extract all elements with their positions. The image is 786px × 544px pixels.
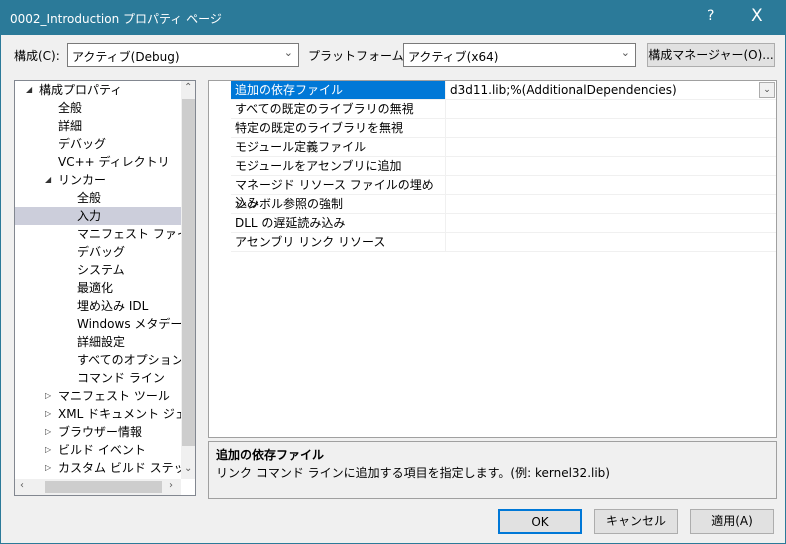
tree-item-label: 最適化 (77, 281, 114, 295)
property-name: マネージド リソース ファイルの埋め込み (231, 176, 446, 210)
tree-item-label: 詳細 (58, 119, 83, 133)
platform-value: アクティブ(x64) (408, 50, 499, 64)
apply-button[interactable]: 適用(A) (690, 509, 774, 534)
cancel-button[interactable]: キャンセル (594, 509, 678, 534)
tree-item-label: システム (77, 263, 125, 277)
property-row[interactable]: アセンブリ リンク リソース (231, 233, 776, 252)
property-name: モジュールをアセンブリに追加 (231, 157, 446, 175)
property-row[interactable]: シンボル参照の強制 (231, 195, 776, 214)
scrollbar-thumb[interactable] (45, 481, 162, 493)
tree-item[interactable]: ▷ マニフェスト ツール (15, 387, 181, 405)
tree-item-label: マニフェスト ファイル (77, 227, 181, 241)
tree-item[interactable]: マニフェスト ファイル (15, 225, 181, 243)
tree-item[interactable]: VC++ ディレクトリ (15, 153, 181, 171)
property-row[interactable]: マネージド リソース ファイルの埋め込み (231, 176, 776, 210)
expand-arrow-icon[interactable]: ▷ (45, 459, 51, 477)
tree-item-label: ビルド イベント (58, 443, 146, 457)
description-title: 追加の依存ファイル (216, 448, 325, 462)
property-name: DLL の遅延読み込み (231, 214, 446, 232)
chevron-down-icon[interactable]: ⌄ (759, 82, 775, 98)
tree-item[interactable]: 埋め込み IDL (15, 297, 181, 315)
tree-item-label: 全般 (77, 191, 102, 205)
scroll-left-icon[interactable]: ‹ (20, 480, 24, 491)
tree-item[interactable]: 詳細設定 (15, 333, 181, 351)
tree-item[interactable]: ▷ XML ドキュメント ジェネレーター (15, 405, 181, 423)
tree-item[interactable]: システム (15, 261, 181, 279)
tree-item[interactable]: ▷ ブラウザー情報 (15, 423, 181, 441)
description-text: リンク コマンド ラインに追加する項目を指定します。(例: kernel32.l… (216, 466, 610, 480)
property-row[interactable]: すべての既定のライブラリの無視 (231, 100, 776, 119)
tree-item[interactable]: 詳細 (15, 117, 181, 135)
property-row[interactable]: DLL の遅延読み込み (231, 214, 776, 233)
property-row[interactable]: 特定の既定のライブラリを無視 (231, 119, 776, 138)
property-name: アセンブリ リンク リソース (231, 233, 446, 251)
tree-item[interactable]: デバッグ (15, 135, 181, 153)
config-label: 構成(C): (14, 49, 60, 63)
window-title: 0002_Introduction プロパティ ページ (10, 12, 222, 26)
chevron-down-icon: ⌄ (283, 46, 293, 59)
tree-item-label: カスタム ビルド ステップ (58, 461, 181, 475)
expand-arrow-icon[interactable]: ▷ (45, 387, 51, 405)
tree-item[interactable]: ▷ カスタム ビルド ステップ (15, 459, 181, 477)
collapse-arrow-icon[interactable]: ◢ (26, 81, 32, 99)
property-name: モジュール定義ファイル (231, 138, 446, 156)
tree-item-label: 入力 (77, 209, 102, 223)
scrollbar-thumb[interactable] (182, 99, 195, 446)
close-button[interactable]: X (751, 6, 763, 26)
tree-item[interactable]: 最適化 (15, 279, 181, 297)
tree-item-label: 埋め込み IDL (77, 299, 149, 313)
tree-item-label: 全般 (58, 101, 83, 115)
tree-horizontal-scrollbar[interactable]: ‹ › (15, 479, 181, 495)
tree-item-label: 詳細設定 (77, 335, 126, 349)
property-name: シンボル参照の強制 (231, 195, 446, 213)
property-name: すべての既定のライブラリの無視 (231, 100, 446, 118)
tree-item-label: ブラウザー情報 (58, 425, 143, 439)
property-row[interactable]: モジュールをアセンブリに追加 (231, 157, 776, 176)
expand-arrow-icon[interactable]: ▷ (45, 423, 51, 441)
scroll-down-icon[interactable]: ⌄ (184, 463, 192, 474)
ok-button[interactable]: OK (498, 509, 582, 534)
help-button[interactable]: ? (707, 8, 714, 24)
property-value[interactable]: d3d11.lib;%(AdditionalDependencies) (450, 81, 677, 99)
tree-vertical-scrollbar[interactable]: ⌃ ⌄ (181, 81, 195, 479)
tree-item[interactable]: ▷ ビルド イベント (15, 441, 181, 459)
tree-item-label: デバッグ (58, 137, 107, 151)
platform-select[interactable]: アクティブ(x64) ⌄ (403, 43, 636, 67)
tree-item-label: XML ドキュメント ジェネレーター (58, 407, 181, 421)
scroll-up-icon[interactable]: ⌃ (184, 82, 192, 93)
property-tree[interactable]: ◢ 構成プロパティ 全般 詳細 デバッグ VC++ ディレクトリ ◢ リンカー 全般 入力 マニフェ… (14, 80, 196, 496)
tree-item[interactable]: 入力 (15, 207, 181, 225)
chevron-down-icon: ⌄ (620, 46, 630, 59)
scroll-right-icon[interactable]: › (169, 480, 173, 491)
config-manager-button[interactable]: 構成マネージャー(O)... (647, 43, 775, 67)
tree-item[interactable]: 全般 (15, 99, 181, 117)
tree-item[interactable]: 全般 (15, 189, 181, 207)
tree-item-label: コマンド ライン (77, 371, 165, 385)
config-select[interactable]: アクティブ(Debug) ⌄ (67, 43, 299, 67)
tree-item-label: リンカー (58, 173, 107, 187)
tree-item-label: VC++ ディレクトリ (58, 155, 170, 169)
expand-arrow-icon[interactable]: ▷ (45, 441, 51, 459)
collapse-arrow-icon[interactable]: ◢ (45, 171, 51, 189)
property-name: 追加の依存ファイル (231, 81, 446, 99)
property-grid[interactable]: 追加の依存ファイル d3d11.lib;%(AdditionalDependenc… (208, 80, 777, 438)
property-row[interactable]: モジュール定義ファイル (231, 138, 776, 157)
property-row[interactable]: 追加の依存ファイル d3d11.lib;%(AdditionalDependenc… (231, 81, 776, 100)
tree-item-label: 構成プロパティ (39, 83, 123, 97)
property-name: 特定の既定のライブラリを無視 (231, 119, 446, 137)
tree-item-label: すべてのオプション (77, 353, 181, 367)
tree-item[interactable]: デバッグ (15, 243, 181, 261)
tree-item[interactable]: ◢ 構成プロパティ (15, 81, 181, 99)
description-panel: 追加の依存ファイル リンク コマンド ラインに追加する項目を指定します。(例: … (208, 441, 777, 499)
expand-arrow-icon[interactable]: ▷ (45, 405, 51, 423)
tree-item[interactable]: すべてのオプション (15, 351, 181, 369)
title-bar: 0002_Introduction プロパティ ページ ? X (1, 1, 786, 35)
config-value: アクティブ(Debug) (72, 50, 180, 64)
tree-item-label: マニフェスト ツール (58, 389, 170, 403)
tree-item[interactable]: Windows メタデータ (15, 315, 181, 333)
tree-item[interactable]: コマンド ライン (15, 369, 181, 387)
tree-item-label: デバッグ (77, 245, 126, 259)
tree-item-label: Windows メタデータ (77, 317, 181, 331)
tree-item[interactable]: ◢ リンカー (15, 171, 181, 189)
